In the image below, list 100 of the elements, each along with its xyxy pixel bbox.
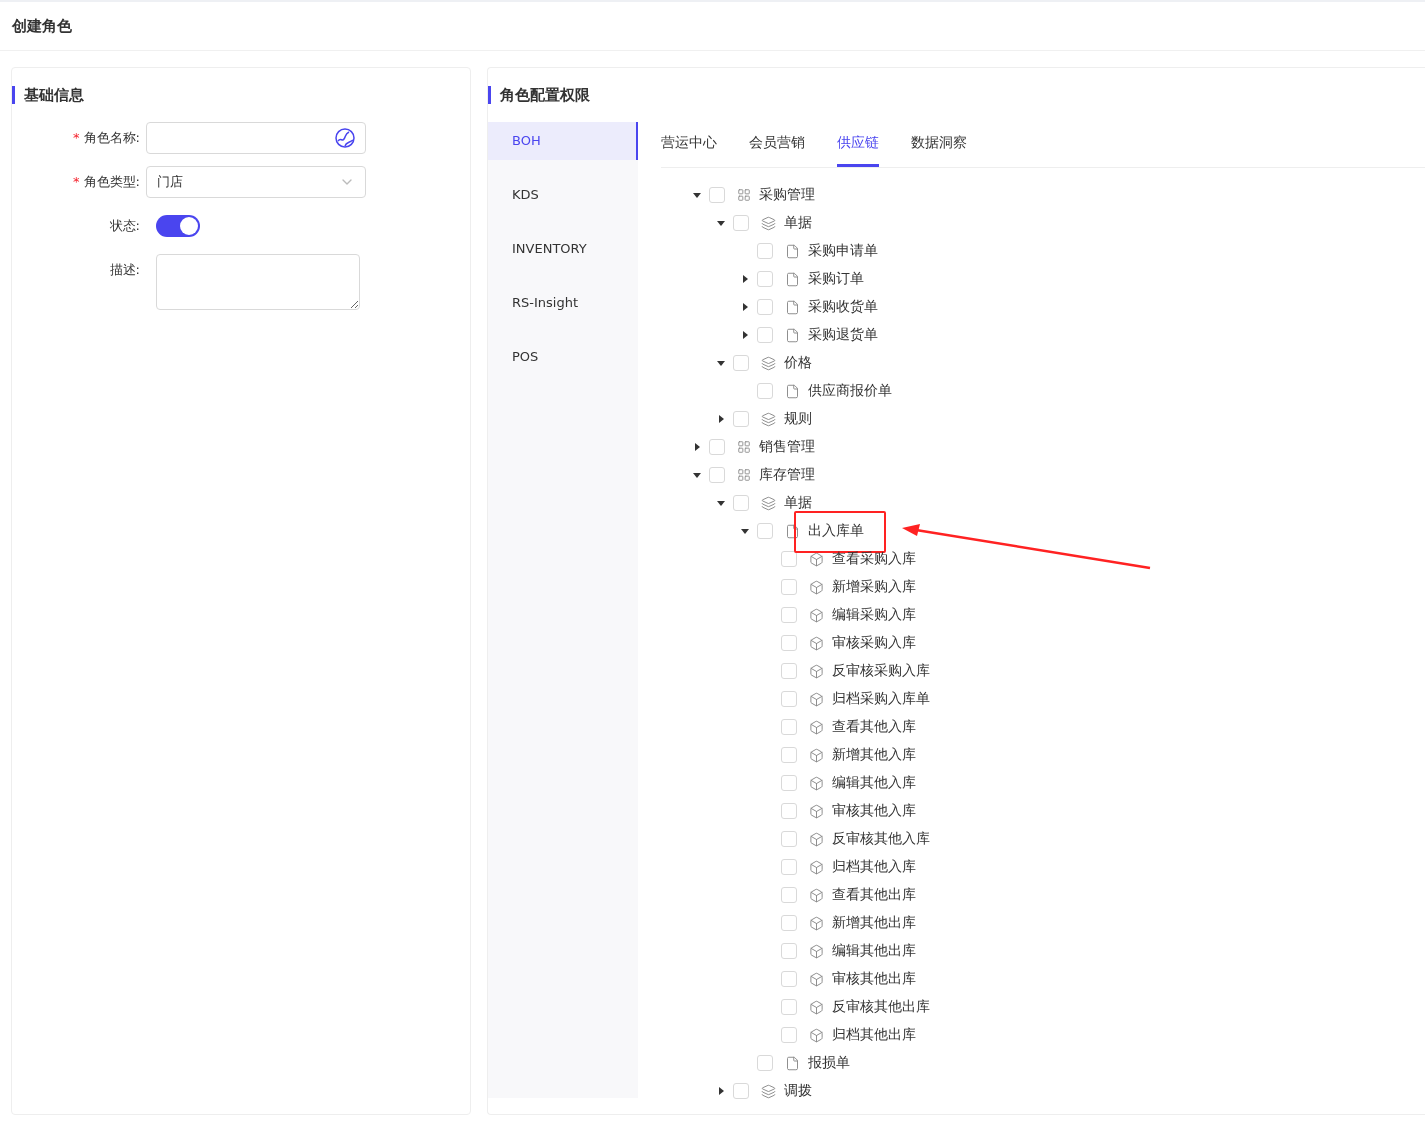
checkbox[interactable] [781,859,797,875]
toggle-switch[interactable] [156,215,200,237]
caret-icon[interactable] [717,415,725,423]
checkbox[interactable] [709,187,725,203]
checkbox[interactable] [757,523,773,539]
tree-node-label[interactable]: 采购收货单 [808,298,878,316]
checkbox[interactable] [781,887,797,903]
tree-node-label[interactable]: 销售管理 [759,438,815,456]
tree-node-label[interactable]: 反审核其他入库 [832,830,930,848]
tree-node-label[interactable]: 供应商报价单 [808,382,892,400]
checkbox[interactable] [781,999,797,1015]
tree-node-label[interactable]: 归档采购入库单 [832,690,930,708]
checkbox[interactable] [781,719,797,735]
tree-node-label[interactable]: 归档其他入库 [832,858,916,876]
file-icon [785,299,800,315]
checkbox[interactable] [781,747,797,763]
checkbox[interactable] [781,691,797,707]
tree-node-label[interactable]: 出入库单 [808,522,864,540]
tree-node-label[interactable]: 新增其他出库 [832,914,916,932]
menu-item[interactable]: KDS [488,176,638,214]
checkbox[interactable] [781,915,797,931]
checkbox[interactable] [781,1027,797,1043]
checkbox[interactable] [709,467,725,483]
checkbox[interactable] [781,775,797,791]
description-field[interactable] [156,254,360,310]
tree-node-label[interactable]: 编辑其他入库 [832,774,916,792]
tree-node-label[interactable]: 审核其他出库 [832,970,916,988]
caret-icon[interactable] [717,359,725,367]
select-field[interactable]: 门店 [146,166,366,198]
tree-node-label[interactable]: 报损单 [808,1054,850,1072]
file-icon [785,383,800,399]
checkbox[interactable] [733,411,749,427]
checkbox[interactable] [733,355,749,371]
checkbox[interactable] [781,803,797,819]
checkbox[interactable] [757,299,773,315]
checkbox[interactable] [709,439,725,455]
tree-node-label[interactable]: 编辑采购入库 [832,606,916,624]
tree-node-label[interactable]: 编辑其他出库 [832,942,916,960]
checkbox[interactable] [781,943,797,959]
tree-node-label[interactable]: 反审核其他出库 [832,998,930,1016]
caret-icon[interactable] [717,219,725,227]
tree-node-label[interactable]: 采购申请单 [808,242,878,260]
tree-node-label[interactable]: 采购管理 [759,186,815,204]
tab[interactable]: 会员营销 [749,122,805,167]
checkbox[interactable] [757,243,773,259]
tree-node-label[interactable]: 归档其他出库 [832,1026,916,1044]
cube-icon [809,607,824,623]
layers-icon [761,355,776,371]
caret-icon[interactable] [693,443,701,451]
tree-node-label[interactable]: 新增其他入库 [832,746,916,764]
tree-node-label[interactable]: 审核其他入库 [832,802,916,820]
caret-icon[interactable] [741,527,749,535]
tree-node-label[interactable]: 新增采购入库 [832,578,916,596]
cube-icon [809,775,824,791]
tree-node-label[interactable]: 反审核采购入库 [832,662,930,680]
menu-item[interactable]: RS-Insight [488,284,638,322]
checkbox[interactable] [781,831,797,847]
caret-icon[interactable] [741,331,749,339]
checkbox[interactable] [781,551,797,567]
file-icon [785,523,800,539]
menu-item[interactable]: INVENTORY [488,230,638,268]
tree-node-label[interactable]: 查看其他出库 [832,886,916,904]
tree-node-label[interactable]: 单据 [784,214,812,232]
tree-node-label[interactable]: 采购退货单 [808,326,878,344]
tree-node-label[interactable]: 规则 [784,410,812,428]
cube-icon [809,691,824,707]
checkbox[interactable] [781,635,797,651]
tree-node-label[interactable]: 查看采购入库 [832,550,916,568]
input-field[interactable] [146,122,366,154]
tree-node-label[interactable]: 调拨 [784,1082,812,1100]
checkbox[interactable] [733,495,749,511]
caret-icon[interactable] [741,275,749,283]
caret-icon[interactable] [741,303,749,311]
checkbox[interactable] [781,579,797,595]
tree-node-label[interactable]: 查看其他入库 [832,718,916,736]
caret-icon[interactable] [693,191,701,199]
checkbox[interactable] [781,607,797,623]
tab[interactable]: 数据洞察 [911,122,967,167]
checkbox[interactable] [781,663,797,679]
tab[interactable]: 供应链 [837,122,879,167]
tree-node-label[interactable]: 审核采购入库 [832,634,916,652]
checkbox[interactable] [757,1055,773,1071]
menu-item[interactable]: BOH [488,122,638,160]
caret-icon[interactable] [717,1087,725,1095]
field-label: 状态: [108,217,141,235]
tree-node-label[interactable]: 单据 [784,494,812,512]
tree-node-label[interactable]: 库存管理 [759,466,815,484]
checkbox[interactable] [757,327,773,343]
checkbox[interactable] [757,271,773,287]
tab[interactable]: 营运中心 [661,122,717,167]
checkbox[interactable] [733,215,749,231]
tree-node-label[interactable]: 采购订单 [808,270,864,288]
tree-node-label[interactable]: 价格 [784,354,812,372]
checkbox[interactable] [733,1083,749,1099]
menu-item[interactable]: POS [488,338,638,376]
caret-icon[interactable] [693,471,701,479]
caret-icon[interactable] [717,499,725,507]
checkbox[interactable] [757,383,773,399]
checkbox[interactable] [781,971,797,987]
cube-icon [809,663,824,679]
